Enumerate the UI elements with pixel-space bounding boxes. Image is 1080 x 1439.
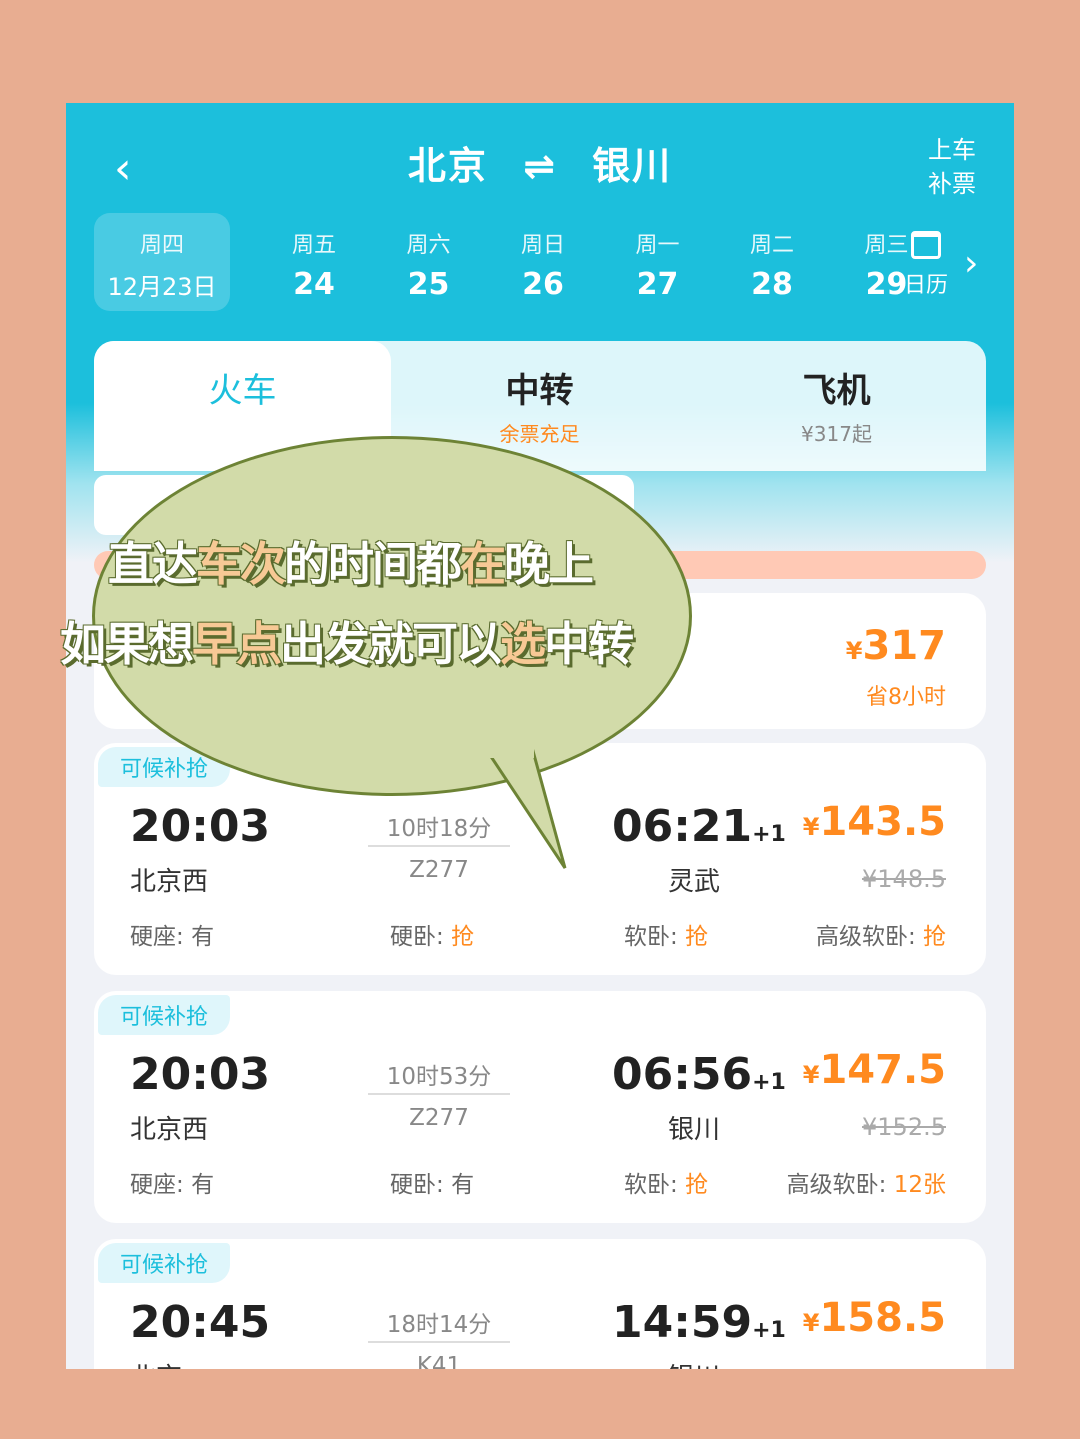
date-3[interactable]: 周日 26 bbox=[493, 213, 593, 311]
transfer-price: ¥317 bbox=[845, 623, 946, 669]
ticket-price: ¥143.5 bbox=[802, 799, 946, 845]
from-city[interactable]: 北京 bbox=[408, 144, 488, 188]
seat-availability: 软卧: 抢 bbox=[624, 924, 709, 950]
seat-availability: 高级软卧: 12张 bbox=[786, 1172, 946, 1198]
arrival-time: 14:59+1 bbox=[612, 1297, 786, 1348]
arrival-station: 银川 bbox=[667, 1115, 720, 1145]
date-1[interactable]: 周五 24 bbox=[264, 213, 364, 311]
duration: 18时14分 bbox=[386, 1312, 492, 1338]
train-row[interactable]: 可候补抢 20:03 北京西 10时53分 Z277 06:56+1 银川 ¥1… bbox=[94, 991, 986, 1223]
overlay-caption-line2: 如果想早点出发就可以选中转 bbox=[60, 608, 634, 674]
caption-segment: 在 bbox=[460, 537, 506, 591]
supplement-ticket-button[interactable]: 上车 补票 bbox=[928, 133, 976, 201]
ticket-price: ¥158.5 bbox=[802, 1295, 946, 1341]
seat-availability: 硬座: 有 bbox=[130, 924, 215, 950]
tab-flight[interactable]: 飞机 ¥317起 bbox=[688, 341, 985, 471]
train-number: Z277 bbox=[409, 1105, 469, 1131]
route-title: 北京 ⇌ 银川 bbox=[66, 135, 1014, 190]
seat-availability: 软卧: 抢 bbox=[624, 1172, 709, 1198]
date-4[interactable]: 周一 27 bbox=[608, 213, 708, 311]
mode-tabs: 火车 中转 余票充足 飞机 ¥317起 bbox=[94, 341, 986, 471]
original-price: ¥148.5 bbox=[862, 865, 946, 893]
caption-segment: 出发就可以 bbox=[280, 617, 502, 671]
arrival-time: 06:21+1 bbox=[612, 801, 786, 852]
transfer-saving: 省8小时 bbox=[866, 685, 946, 710]
caption-segment: 早点 bbox=[192, 617, 282, 671]
caption-segment: 选 bbox=[500, 617, 546, 671]
duration: 10时53分 bbox=[386, 1064, 492, 1090]
caption-segment: 如果想 bbox=[60, 617, 194, 671]
arrival-station: 银川 bbox=[654, 1357, 734, 1369]
date-5[interactable]: 周二 28 bbox=[722, 213, 822, 311]
departure-time: 20:03 bbox=[130, 801, 271, 852]
caption-segment: 车次 bbox=[196, 537, 286, 591]
departure-station: 北京西 bbox=[130, 1115, 209, 1145]
original-price: ¥152.5 bbox=[862, 1113, 946, 1141]
departure-time: 20:03 bbox=[130, 1049, 271, 1100]
duration-arrow bbox=[368, 1093, 510, 1095]
arrival-time: 06:56+1 bbox=[612, 1049, 786, 1100]
seat-availability: 高级软卧: 抢 bbox=[815, 924, 946, 950]
next-dates-icon[interactable]: › bbox=[964, 243, 978, 284]
calendar-icon bbox=[911, 231, 941, 259]
duration-arrow bbox=[368, 1341, 510, 1343]
date-0[interactable]: 周四 12月23日 bbox=[94, 213, 230, 311]
caption-segment: 中转 bbox=[544, 617, 634, 671]
ticket-price: ¥147.5 bbox=[802, 1047, 946, 1093]
train-row[interactable]: 可候补抢 20:45 北京 18时14分 K41 14:59+1 银川 ¥158… bbox=[94, 1239, 986, 1369]
seat-availability: 硬卧: 有 bbox=[390, 1172, 475, 1198]
date-2[interactable]: 周六 25 bbox=[379, 213, 479, 311]
departure-station: 北京西 bbox=[130, 867, 209, 897]
overlay-caption-line1: 直达车次的时间都在晚上 bbox=[108, 528, 594, 594]
train-number: K41 bbox=[416, 1353, 462, 1369]
to-city[interactable]: 银川 bbox=[592, 144, 672, 188]
swap-icon[interactable]: ⇌ bbox=[523, 144, 557, 188]
caption-segment: 的时间都 bbox=[284, 537, 462, 591]
calendar-button[interactable]: 日历 bbox=[904, 231, 948, 299]
arrival-station: 灵武 bbox=[667, 867, 720, 897]
seat-availability: 硬座: 有 bbox=[130, 1172, 215, 1198]
waitlist-badge: 可候补抢 bbox=[98, 995, 231, 1035]
departure-station: 北京 bbox=[130, 1357, 182, 1369]
caption-segment: 直达 bbox=[108, 537, 198, 591]
waitlist-badge: 可候补抢 bbox=[98, 1243, 231, 1283]
seat-availability: 硬卧: 抢 bbox=[390, 924, 475, 950]
caption-segment: 晚上 bbox=[504, 537, 594, 591]
departure-time: 20:45 bbox=[130, 1297, 271, 1348]
speech-bubble-tail bbox=[478, 740, 567, 869]
